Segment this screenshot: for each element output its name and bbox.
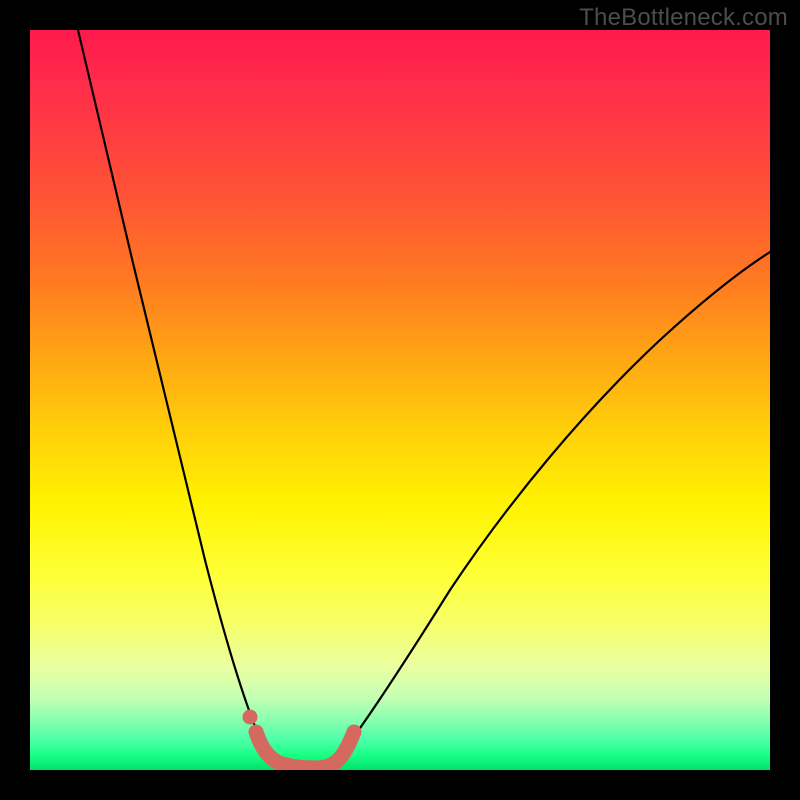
watermark-text: TheBottleneck.com — [579, 4, 788, 32]
minimum-u-marker — [256, 732, 354, 768]
curve-left-branch — [78, 30, 274, 761]
chart-plot-area — [30, 30, 770, 770]
minimum-dot-marker — [243, 710, 258, 725]
chart-curves-svg — [30, 30, 770, 770]
curve-right-branch — [336, 252, 770, 761]
